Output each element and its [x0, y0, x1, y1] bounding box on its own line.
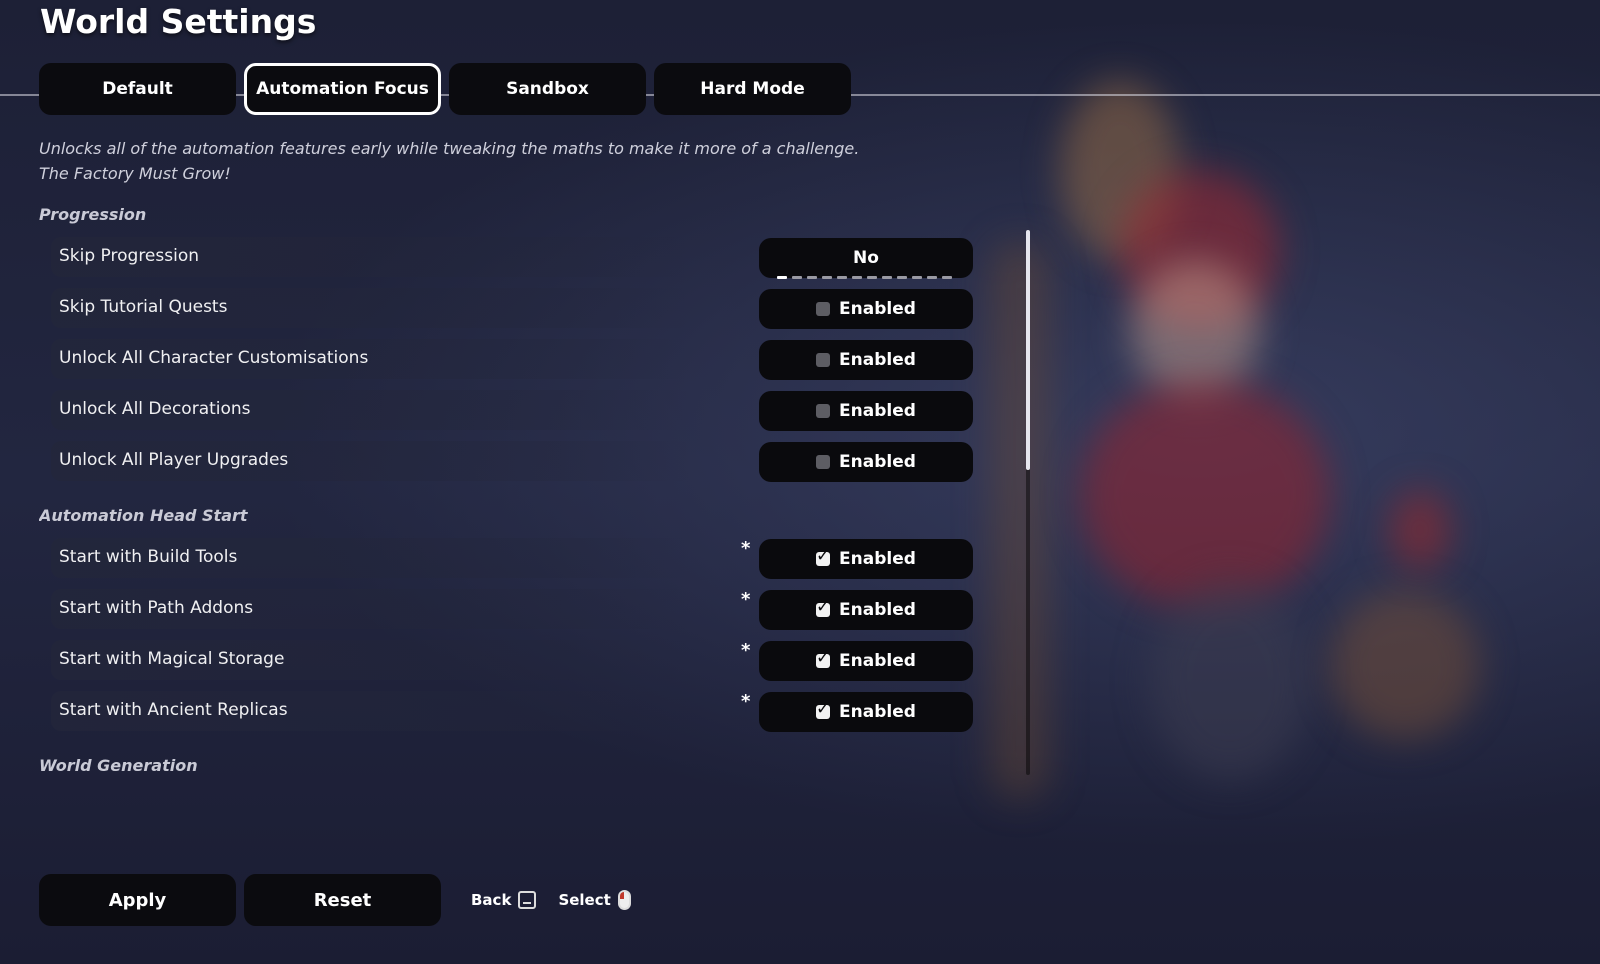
tab-default[interactable]: Default: [39, 63, 236, 115]
preset-description: Unlocks all of the automation features e…: [39, 136, 859, 186]
ancient-replicas-toggle[interactable]: Enabled: [759, 692, 973, 732]
setting-row-path-addons[interactable]: Start with Path Addons * Enabled: [39, 583, 999, 634]
setting-label: Start with Magical Storage: [59, 649, 285, 669]
settings-scrollbar[interactable]: [1026, 230, 1030, 775]
setting-row-unlock-player-upgrades[interactable]: Unlock All Player Upgrades Enabled: [39, 435, 999, 486]
setting-row-unlock-character-customisations[interactable]: Unlock All Character Customisations Enab…: [39, 333, 999, 384]
setting-row-ancient-replicas[interactable]: Start with Ancient Replicas * Enabled: [39, 685, 999, 736]
toggle-label: Enabled: [839, 350, 916, 370]
setting-label: Start with Ancient Replicas: [59, 700, 288, 720]
apply-button[interactable]: Apply: [39, 874, 236, 926]
reset-button[interactable]: Reset: [244, 874, 441, 926]
toggle-label: Enabled: [839, 452, 916, 472]
modified-marker: *: [741, 640, 751, 661]
settings-list[interactable]: Progression Skip Progression No Skip Tut…: [39, 205, 999, 800]
modified-marker: *: [741, 691, 751, 712]
section-title-automation-head-start: Automation Head Start: [39, 506, 248, 525]
setting-row-skip-progression[interactable]: Skip Progression No: [39, 231, 999, 282]
modified-marker: *: [741, 589, 751, 610]
checkbox-unchecked-icon: [816, 455, 831, 469]
unlock-decorations-toggle[interactable]: Enabled: [759, 391, 973, 431]
magical-storage-toggle[interactable]: Enabled: [759, 641, 973, 681]
tab-hard-mode[interactable]: Hard Mode: [654, 63, 851, 115]
build-tools-toggle[interactable]: Enabled: [759, 539, 973, 579]
setting-label: Unlock All Character Customisations: [59, 348, 369, 368]
checkbox-checked-icon: [816, 546, 830, 566]
setting-label: Start with Path Addons: [59, 598, 254, 618]
setting-row-unlock-decorations[interactable]: Unlock All Decorations Enabled: [39, 384, 999, 435]
setting-label: Unlock All Decorations: [59, 399, 251, 419]
setting-row-skip-tutorial-quests[interactable]: Skip Tutorial Quests Enabled: [39, 282, 999, 333]
section-title-progression: Progression: [39, 205, 147, 224]
toggle-label: Enabled: [839, 702, 916, 722]
path-addons-toggle[interactable]: Enabled: [759, 590, 973, 630]
description-line-1: Unlocks all of the automation features e…: [39, 139, 860, 158]
toggle-label: Enabled: [839, 651, 916, 671]
checkbox-unchecked-icon: [816, 302, 831, 316]
background-character-art: [950, 0, 1600, 964]
unlock-player-upgrades-toggle[interactable]: Enabled: [759, 442, 973, 482]
back-hint-label: Back: [471, 891, 512, 909]
setting-row-magical-storage[interactable]: Start with Magical Storage * Enabled: [39, 634, 999, 685]
toggle-label: Enabled: [839, 600, 916, 620]
select-hint-label: Select: [558, 891, 611, 909]
setting-label: Start with Build Tools: [59, 547, 238, 567]
checkbox-checked-icon: [816, 597, 830, 617]
preset-tabs: Default Automation Focus Sandbox Hard Mo…: [39, 63, 851, 115]
tab-sandbox[interactable]: Sandbox: [449, 63, 646, 115]
checkbox-checked-icon: [816, 648, 830, 668]
toggle-label: Enabled: [839, 549, 916, 569]
checkbox-checked-icon: [816, 699, 830, 719]
toggle-label: Enabled: [839, 299, 916, 319]
selector-value: No: [853, 248, 879, 268]
modified-marker: *: [741, 538, 751, 559]
section-title-world-generation: World Generation: [39, 756, 198, 775]
select-hint: Select: [558, 890, 631, 910]
setting-label: Skip Tutorial Quests: [59, 297, 228, 317]
unlock-customisations-toggle[interactable]: Enabled: [759, 340, 973, 380]
scrollbar-thumb[interactable]: [1026, 230, 1030, 470]
selector-page-indicator: [777, 276, 952, 279]
tab-automation-focus[interactable]: Automation Focus: [244, 63, 441, 115]
description-line-2: The Factory Must Grow!: [39, 164, 231, 183]
setting-row-build-tools[interactable]: Start with Build Tools * Enabled: [39, 532, 999, 583]
back-hint[interactable]: Back: [471, 891, 537, 909]
mouse-left-click-icon: [617, 890, 631, 910]
toggle-label: Enabled: [839, 401, 916, 421]
setting-label: Skip Progression: [59, 246, 200, 266]
skip-progression-selector[interactable]: No: [759, 238, 973, 279]
skip-tutorial-quests-toggle[interactable]: Enabled: [759, 289, 973, 329]
keyboard-key-icon: [518, 891, 537, 909]
checkbox-unchecked-icon: [816, 404, 831, 418]
checkbox-unchecked-icon: [816, 353, 831, 367]
bottom-action-bar: Apply Reset Back Select: [39, 874, 631, 926]
setting-label: Unlock All Player Upgrades: [59, 450, 289, 470]
page-title: World Settings: [40, 2, 317, 41]
